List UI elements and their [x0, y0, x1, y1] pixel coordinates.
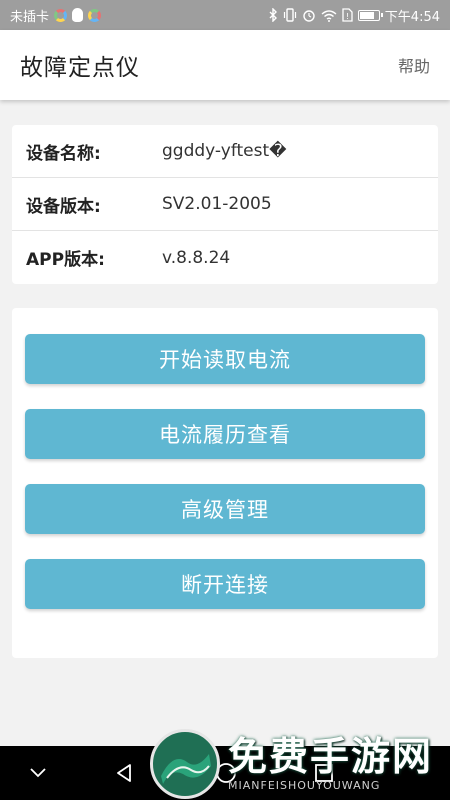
app-version-row: APP版本: v.8.8.24 — [12, 231, 438, 284]
qq-icon — [72, 8, 84, 22]
back-triangle-icon — [117, 764, 131, 782]
nav-back-button[interactable] — [102, 754, 146, 792]
watermark-pinyin-text: MIANFEISHOUYOUWANG — [228, 779, 381, 792]
start-read-current-button[interactable]: 开始读取电流 — [25, 334, 425, 384]
watermark-logo — [150, 729, 220, 799]
nav-collapse-button[interactable] — [16, 754, 60, 792]
vibrate-icon — [283, 8, 296, 22]
bluetooth-icon — [269, 8, 277, 22]
device-version-label: 设备版本: — [26, 196, 101, 217]
current-history-button[interactable]: 电流履历查看 — [25, 409, 425, 459]
chevron-down-icon — [30, 768, 46, 778]
device-name-value: ggddy-yftest� — [162, 141, 287, 161]
alarm-icon — [303, 10, 315, 22]
sim-icon: ! — [342, 8, 353, 22]
page-title: 故障定点仪 — [20, 55, 140, 81]
device-name-row: 设备名称: ggddy-yftest� — [12, 125, 438, 178]
app-notification-icon — [54, 8, 68, 22]
watermark-chinese-text: 免费手游网 — [228, 734, 434, 780]
device-version-value: SV2.01-2005 — [162, 194, 272, 214]
advanced-management-button[interactable]: 高级管理 — [25, 484, 425, 534]
svg-text:!: ! — [346, 12, 349, 21]
watermark-wave-icon — [161, 754, 211, 784]
app-version-label: APP版本: — [26, 250, 105, 270]
carrier-text: 未插卡 — [10, 9, 50, 25]
app-notification-icon-2 — [88, 8, 102, 22]
battery-icon — [357, 9, 383, 21]
battery-fill — [359, 11, 374, 19]
help-button[interactable]: 帮助 — [398, 53, 430, 77]
actions-card: 开始读取电流 电流履历查看 高级管理 断开连接 — [12, 308, 438, 658]
disconnect-button[interactable]: 断开连接 — [25, 559, 425, 609]
status-bar: 未插卡 ! 下午4:54 — [0, 0, 450, 30]
app-version-value: v.8.8.24 — [162, 247, 231, 268]
clock-text: 下午4:54 — [384, 9, 440, 25]
watermark: 免费手游网 MIANFEISHOUYOUWANG — [150, 728, 450, 800]
status-bar-left: 未插卡 — [10, 6, 102, 25]
wifi-icon — [321, 9, 337, 22]
watermark-text: 免费手游网 MIANFEISHOUYOUWANG — [228, 735, 433, 793]
app-bar: 故障定点仪 帮助 — [0, 30, 450, 100]
status-bar-right: ! 下午4:54 — [269, 6, 440, 25]
device-version-row: 设备版本: SV2.01-2005 — [12, 178, 438, 231]
device-name-label: 设备名称: — [26, 143, 101, 164]
device-info-card: 设备名称: ggddy-yftest� 设备版本: SV2.01-2005 AP… — [12, 125, 438, 284]
